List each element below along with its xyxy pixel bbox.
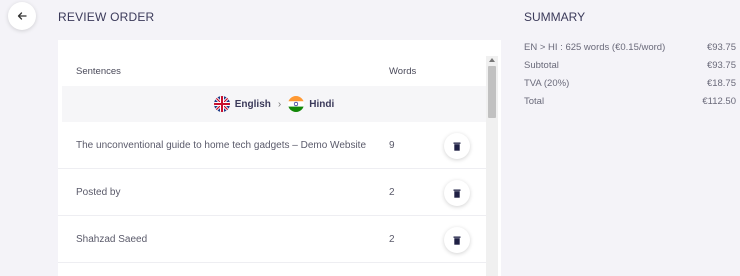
back-button[interactable] — [8, 2, 36, 30]
summary-amount: €18.75 — [706, 78, 736, 89]
word-count: 2 — [389, 187, 395, 198]
scroll-up-arrow[interactable] — [489, 58, 495, 62]
language-pair-row: English › Hindi — [62, 86, 486, 122]
summary-amount: €93.75 — [706, 42, 736, 53]
summary-label: Subtotal — [524, 60, 559, 71]
sentence-text: Shahzad Saeed — [76, 234, 148, 245]
target-language: Hindi — [309, 98, 335, 110]
summary-title: SUMMARY — [524, 10, 586, 24]
table-row: The unconventional guide to home tech ga… — [58, 122, 486, 169]
uk-flag-icon — [213, 96, 230, 112]
column-header-words: Words — [389, 66, 417, 77]
word-count: 2 — [389, 234, 395, 245]
arrow-left-icon — [17, 12, 27, 20]
chevron-right-icon: › — [277, 98, 282, 110]
summary-label: EN > HI : 625 words (€0.15/word) — [524, 42, 666, 53]
sentences-card: Sentences Words English › Hindi The unco… — [58, 40, 501, 276]
summary-label: TVA (20%) — [524, 78, 570, 89]
summary-amount: €93.75 — [706, 60, 736, 71]
scrollbar[interactable] — [486, 56, 498, 276]
delete-button[interactable] — [444, 227, 470, 253]
summary-label: Total — [524, 96, 545, 107]
summary-amount: €112.50 — [702, 96, 736, 107]
source-language: English — [234, 98, 271, 110]
page-title: REVIEW ORDER — [58, 10, 155, 24]
india-flag-icon — [288, 96, 305, 112]
sentence-text: Posted by — [76, 187, 121, 198]
delete-button[interactable] — [444, 133, 470, 159]
scroll-thumb[interactable] — [488, 66, 496, 118]
table-row: Posted by 2 — [58, 169, 486, 216]
word-count: 9 — [389, 140, 395, 151]
trash-icon — [453, 142, 461, 151]
trash-icon — [453, 236, 461, 245]
trash-icon — [453, 189, 461, 198]
delete-button[interactable] — [444, 180, 470, 206]
table-row: Shahzad Saeed 2 — [58, 216, 486, 263]
table-header: Sentences Words — [58, 40, 486, 86]
sentence-text: The unconventional guide to home tech ga… — [76, 140, 366, 151]
column-header-sentences: Sentences — [76, 66, 121, 77]
